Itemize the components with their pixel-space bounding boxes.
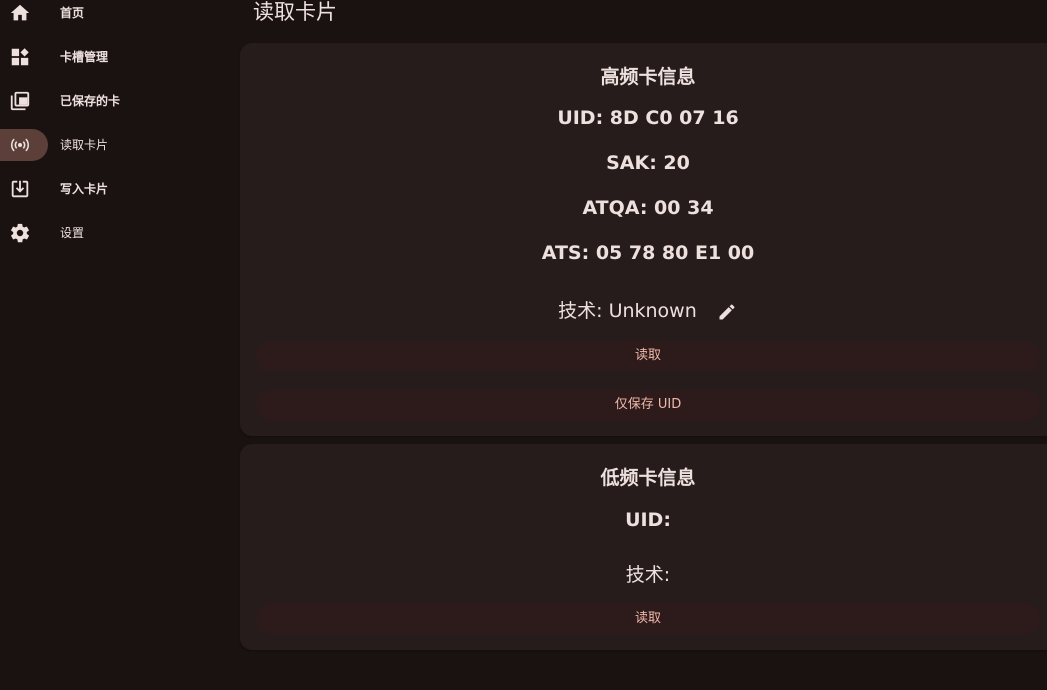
edit-pencil-icon[interactable] <box>716 302 738 324</box>
nav-label-read-card: 读取卡片 <box>60 138 109 152</box>
nav-label-settings: 设置 <box>60 226 85 240</box>
lf-card-panel: 低频卡信息 UID: 技术: 读取 <box>240 444 1047 650</box>
hf-read-button[interactable]: 读取 <box>256 341 1040 371</box>
hf-tech-value: 技术: Unknown <box>558 300 697 322</box>
home-icon <box>8 1 32 25</box>
lf-read-button[interactable]: 读取 <box>256 604 1040 634</box>
page-title: 读取卡片 <box>253 0 337 24</box>
hf-tech-row: 技术: Unknown <box>240 296 1047 324</box>
hf-card-panel: 高频卡信息 UID: 8D C0 07 16 SAK: 20 ATQA: 00 … <box>240 43 1047 436</box>
dashboard-customize-icon <box>8 45 32 69</box>
app-window: 首页 卡槽管理 已保存的卡 读取卡片 写入卡片 设置 读取卡片 高频卡信息 UI… <box>0 0 1047 690</box>
hf-ats-value: ATS: 05 78 80 E1 00 <box>541 242 755 264</box>
lf-card-title: 低频卡信息 <box>600 467 696 489</box>
nav-label-home: 首页 <box>60 6 85 20</box>
hf-save-uid-button[interactable]: 仅保存 UID <box>256 390 1040 420</box>
nav-item-home[interactable]: 首页 <box>0 0 230 29</box>
nav-item-slot-management[interactable]: 卡槽管理 <box>0 41 230 73</box>
hf-card-title: 高频卡信息 <box>600 66 696 88</box>
hf-sak-value: SAK: 20 <box>606 152 690 174</box>
navigation-rail: 首页 卡槽管理 已保存的卡 读取卡片 写入卡片 设置 <box>0 0 230 690</box>
nav-label-write-card: 写入卡片 <box>60 182 109 196</box>
gear-icon <box>8 221 32 245</box>
download-box-icon <box>8 177 32 201</box>
lf-tech-value: 技术: <box>625 564 671 586</box>
lf-uid-value: UID: <box>625 509 671 531</box>
hf-uid-value: UID: 8D C0 07 16 <box>557 107 739 129</box>
nav-item-settings[interactable]: 设置 <box>0 217 230 249</box>
nav-item-write-card[interactable]: 写入卡片 <box>0 173 230 205</box>
hf-atqa-value: ATQA: 00 34 <box>582 197 714 219</box>
nav-item-read-card[interactable]: 读取卡片 <box>0 129 230 161</box>
nfc-signal-icon <box>8 133 32 157</box>
library-copies-icon <box>8 89 32 113</box>
nav-label-saved-cards: 已保存的卡 <box>60 94 121 108</box>
nav-label-slot-management: 卡槽管理 <box>60 50 109 64</box>
nav-item-saved-cards[interactable]: 已保存的卡 <box>0 85 230 117</box>
